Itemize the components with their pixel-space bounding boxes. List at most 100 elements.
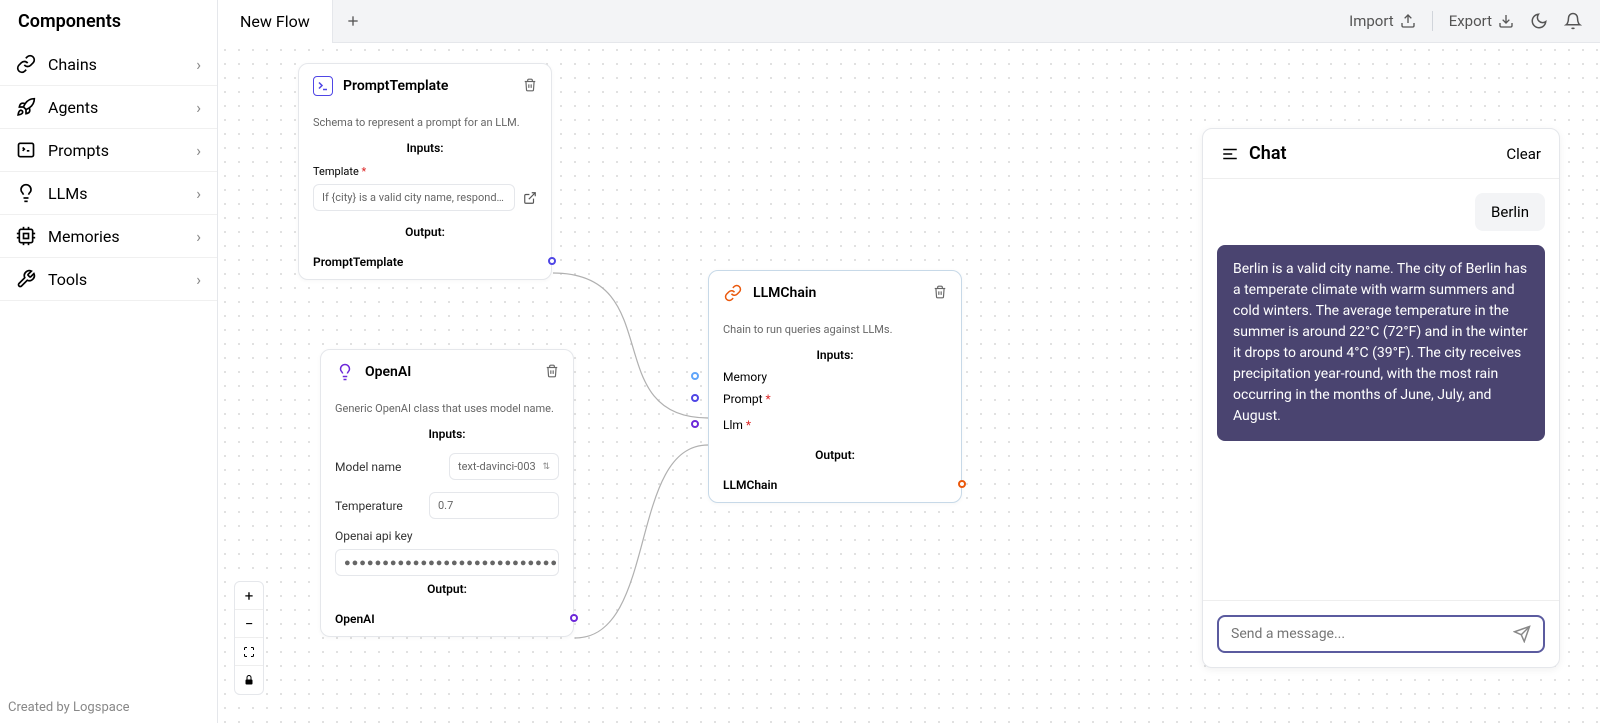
- top-bar: Components New Flow Import Export: [0, 0, 1600, 43]
- sidebar-label: Agents: [48, 98, 98, 117]
- send-icon[interactable]: [1513, 625, 1531, 643]
- chat-input-container: [1217, 615, 1545, 653]
- temperature-label: Temperature: [335, 499, 403, 513]
- chat-input-wrap: [1203, 600, 1559, 667]
- bell-icon[interactable]: [1564, 12, 1582, 30]
- rocket-icon: [16, 97, 36, 117]
- output-row: LLMChain: [709, 468, 961, 502]
- import-label: Import: [1349, 12, 1394, 30]
- output-row: PromptTemplate: [299, 245, 551, 279]
- import-button[interactable]: Import: [1349, 12, 1416, 30]
- inputs-label: Inputs:: [299, 135, 551, 161]
- clear-button[interactable]: Clear: [1506, 145, 1541, 163]
- tabs: New Flow: [218, 0, 373, 43]
- output-name: PromptTemplate: [313, 255, 403, 269]
- node-prompttemplate[interactable]: PromptTemplate Schema to represent a pro…: [298, 63, 552, 280]
- export-button[interactable]: Export: [1449, 12, 1514, 30]
- external-link-icon[interactable]: [523, 191, 537, 205]
- chevron-right-icon: ›: [196, 55, 201, 74]
- output-name: LLMChain: [723, 478, 777, 492]
- input-memory: Memory: [709, 368, 961, 386]
- sidebar-item-memories[interactable]: Memories ›: [0, 215, 217, 258]
- node-title: PromptTemplate: [343, 78, 448, 94]
- lock-button[interactable]: [235, 666, 263, 694]
- sidebar-item-prompts[interactable]: Prompts ›: [0, 129, 217, 172]
- sidebar-label: Prompts: [48, 141, 109, 160]
- zoom-in-button[interactable]: +: [235, 582, 263, 610]
- sidebar-title: Components: [0, 0, 218, 43]
- chat-input[interactable]: [1231, 626, 1513, 642]
- select-chevron-icon: ⇅: [542, 462, 550, 472]
- export-label: Export: [1449, 12, 1492, 30]
- node-llmchain[interactable]: LLMChain Chain to run queries against LL…: [708, 270, 962, 503]
- output-port[interactable]: [548, 257, 556, 265]
- terminal-icon: [313, 76, 333, 96]
- output-label: Output:: [299, 219, 551, 245]
- node-description: Chain to run queries against LLMs.: [709, 315, 961, 342]
- sidebar-label: LLMs: [48, 184, 87, 203]
- terminal-icon: [16, 140, 36, 160]
- template-input[interactable]: If {city} is a valid city name, respond …: [313, 184, 515, 211]
- zoom-out-button[interactable]: −: [235, 610, 263, 638]
- output-port[interactable]: [958, 480, 966, 488]
- node-title: OpenAI: [365, 364, 411, 380]
- chat-panel: Chat Clear Berlin Berlin is a valid city…: [1202, 128, 1560, 668]
- node-openai[interactable]: OpenAI Generic OpenAI class that uses mo…: [320, 349, 574, 637]
- node-description: Generic OpenAI class that uses model nam…: [321, 394, 573, 421]
- sidebar-label: Chains: [48, 55, 97, 74]
- tab-active[interactable]: New Flow: [218, 0, 333, 43]
- chevron-right-icon: ›: [196, 270, 201, 289]
- chevron-right-icon: ›: [196, 98, 201, 117]
- sidebar-item-tools[interactable]: Tools ›: [0, 258, 217, 301]
- sidebar-label: Memories: [48, 227, 120, 246]
- cpu-icon: [16, 226, 36, 246]
- inputs-label: Inputs:: [709, 342, 961, 368]
- chat-message-user: Berlin: [1475, 193, 1545, 231]
- model-select[interactable]: text-davinci-003 ⇅: [449, 453, 559, 480]
- delete-button[interactable]: [933, 284, 947, 303]
- inputs-label: Inputs:: [321, 421, 573, 447]
- chat-body: Berlin Berlin is a valid city name. The …: [1203, 179, 1559, 600]
- model-label: Model name: [335, 460, 401, 474]
- chevron-right-icon: ›: [196, 184, 201, 203]
- input-port-memory[interactable]: [691, 372, 699, 380]
- delete-button[interactable]: [523, 77, 537, 96]
- sidebar-item-llms[interactable]: LLMs ›: [0, 172, 217, 215]
- sidebar-item-agents[interactable]: Agents ›: [0, 86, 217, 129]
- output-row: OpenAI: [321, 602, 573, 636]
- sidebar-item-chains[interactable]: Chains ›: [0, 43, 217, 86]
- input-llm: Llm *: [709, 412, 961, 442]
- apikey-label: Openai api key: [335, 529, 559, 543]
- template-field-label: Template *: [313, 165, 537, 178]
- link-icon: [16, 54, 36, 74]
- link-icon: [723, 283, 743, 303]
- plus-icon: [345, 13, 361, 29]
- sidebar-label: Tools: [48, 270, 87, 289]
- output-label: Output:: [709, 442, 961, 468]
- chevron-right-icon: ›: [196, 141, 201, 160]
- output-port[interactable]: [570, 614, 578, 622]
- bulb-icon: [16, 183, 36, 203]
- chevron-right-icon: ›: [196, 227, 201, 246]
- delete-button[interactable]: [545, 363, 559, 382]
- wrench-icon: [16, 269, 36, 289]
- tab-add-button[interactable]: [333, 13, 373, 29]
- menu-icon[interactable]: [1221, 145, 1239, 163]
- sidebar: Chains › Agents › Prompts › LLMs › Memor…: [0, 43, 218, 723]
- temperature-input[interactable]: 0.7: [429, 492, 559, 519]
- theme-toggle-icon[interactable]: [1530, 12, 1548, 30]
- output-label: Output:: [321, 576, 573, 602]
- download-icon: [1498, 13, 1514, 29]
- lock-icon: [243, 674, 255, 686]
- footer-credit: Created by Logspace: [8, 700, 130, 715]
- input-port-llm[interactable]: [691, 420, 699, 428]
- node-title: LLMChain: [753, 285, 816, 301]
- apikey-input[interactable]: ●●●●●●●●●●●●●●●●●●●●●●●●●●●●●●●●●●●●●●●●: [335, 549, 559, 576]
- upload-icon: [1400, 13, 1416, 29]
- zoom-controls: + −: [234, 581, 264, 695]
- bulb-icon: [335, 362, 355, 382]
- input-port-prompt[interactable]: [691, 394, 699, 402]
- input-prompt: Prompt *: [709, 386, 961, 412]
- fit-view-button[interactable]: [235, 638, 263, 666]
- topbar-right: Import Export: [1349, 11, 1600, 31]
